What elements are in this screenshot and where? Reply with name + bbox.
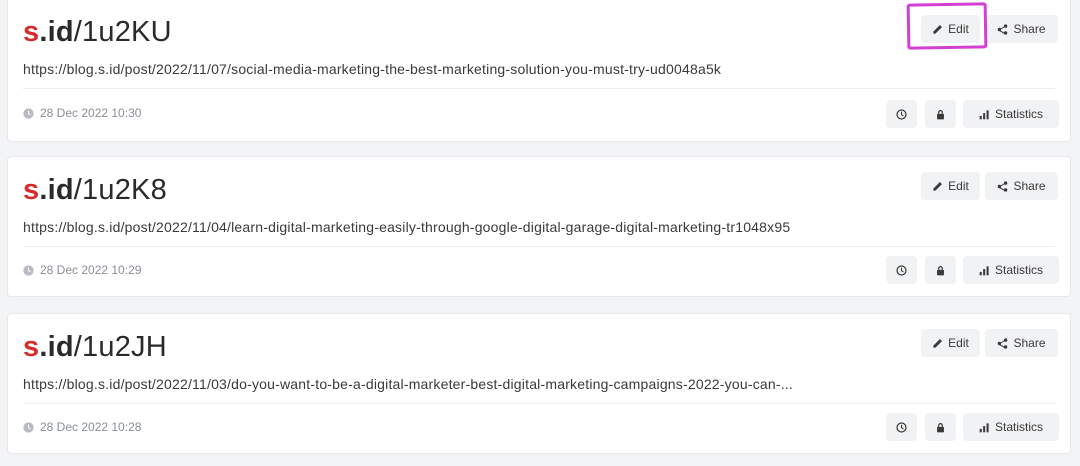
share-button[interactable]: Share (985, 172, 1058, 200)
statistics-button-label: Statistics (994, 107, 1043, 121)
created-date: 28 Dec 2022 10:29 (23, 263, 141, 277)
clock-icon (896, 421, 907, 433)
history-button[interactable] (886, 413, 917, 441)
short-code: 1u2JH (82, 331, 167, 363)
created-date-text: 28 Dec 2022 10:28 (40, 420, 142, 434)
clock-icon (896, 264, 907, 276)
share-icon (998, 180, 1008, 192)
lock-icon (937, 109, 944, 119)
bar-chart-icon (979, 422, 989, 432)
short-code: 1u2K8 (82, 174, 167, 206)
created-date-text: 28 Dec 2022 10:29 (40, 263, 142, 277)
slash: / (73, 174, 83, 206)
brand-id: .id (39, 331, 74, 363)
lock-button[interactable] (925, 413, 956, 441)
edit-button[interactable]: Edit (921, 15, 980, 43)
brand-s: s (23, 16, 40, 48)
divider (23, 88, 1055, 89)
lock-icon (937, 422, 944, 432)
pencil-icon (933, 181, 943, 191)
lock-icon (937, 265, 944, 275)
link-card: s.id/1u2KU https://blog.s.id/post/2022/1… (7, 0, 1071, 142)
bar-chart-icon (979, 109, 989, 119)
share-button[interactable]: Share (985, 329, 1058, 357)
statistics-button[interactable]: Statistics (963, 256, 1059, 284)
created-date: 28 Dec 2022 10:30 (23, 106, 141, 120)
destination-url[interactable]: https://blog.s.id/post/2022/11/04/learn-… (23, 219, 918, 235)
slash: / (73, 16, 83, 48)
clock-icon (23, 421, 34, 433)
share-button-label: Share (1013, 336, 1046, 350)
destination-url[interactable]: https://blog.s.id/post/2022/11/07/social… (23, 61, 918, 77)
slash: / (73, 331, 83, 363)
lock-button[interactable] (925, 100, 956, 128)
statistics-button[interactable]: Statistics (963, 413, 1059, 441)
created-date: 28 Dec 2022 10:28 (23, 420, 141, 434)
share-button[interactable]: Share (985, 15, 1058, 43)
short-link-title[interactable]: s.id/1u2K8 (23, 173, 167, 207)
pencil-icon (933, 24, 943, 34)
history-button[interactable] (886, 100, 917, 128)
statistics-button-label: Statistics (994, 420, 1043, 434)
edit-button-label: Edit (948, 22, 969, 36)
short-link-title[interactable]: s.id/1u2JH (23, 330, 167, 364)
statistics-button[interactable]: Statistics (963, 100, 1059, 128)
created-date-text: 28 Dec 2022 10:30 (40, 106, 142, 120)
history-button[interactable] (886, 256, 917, 284)
lock-button[interactable] (925, 256, 956, 284)
brand-id: .id (39, 16, 74, 48)
clock-icon (23, 264, 34, 276)
share-button-label: Share (1013, 22, 1046, 36)
edit-button-label: Edit (948, 179, 969, 193)
brand-s: s (23, 331, 40, 363)
divider (23, 403, 1055, 404)
brand-s: s (23, 174, 40, 206)
pencil-icon (933, 338, 943, 348)
clock-icon (896, 108, 907, 120)
bar-chart-icon (979, 265, 989, 275)
divider (23, 246, 1055, 247)
short-link-title[interactable]: s.id/1u2KU (23, 15, 172, 49)
link-card: s.id/1u2JH https://blog.s.id/post/2022/1… (7, 313, 1071, 454)
share-button-label: Share (1013, 179, 1046, 193)
edit-button-label: Edit (948, 336, 969, 350)
statistics-button-label: Statistics (994, 263, 1043, 277)
brand-id: .id (39, 174, 74, 206)
clock-icon (23, 107, 34, 119)
share-icon (998, 337, 1008, 349)
destination-url[interactable]: https://blog.s.id/post/2022/11/03/do-you… (23, 376, 918, 392)
short-code: 1u2KU (82, 16, 172, 48)
edit-button[interactable]: Edit (921, 329, 980, 357)
edit-button[interactable]: Edit (921, 172, 980, 200)
link-card: s.id/1u2K8 https://blog.s.id/post/2022/1… (7, 156, 1071, 297)
share-icon (998, 23, 1008, 35)
